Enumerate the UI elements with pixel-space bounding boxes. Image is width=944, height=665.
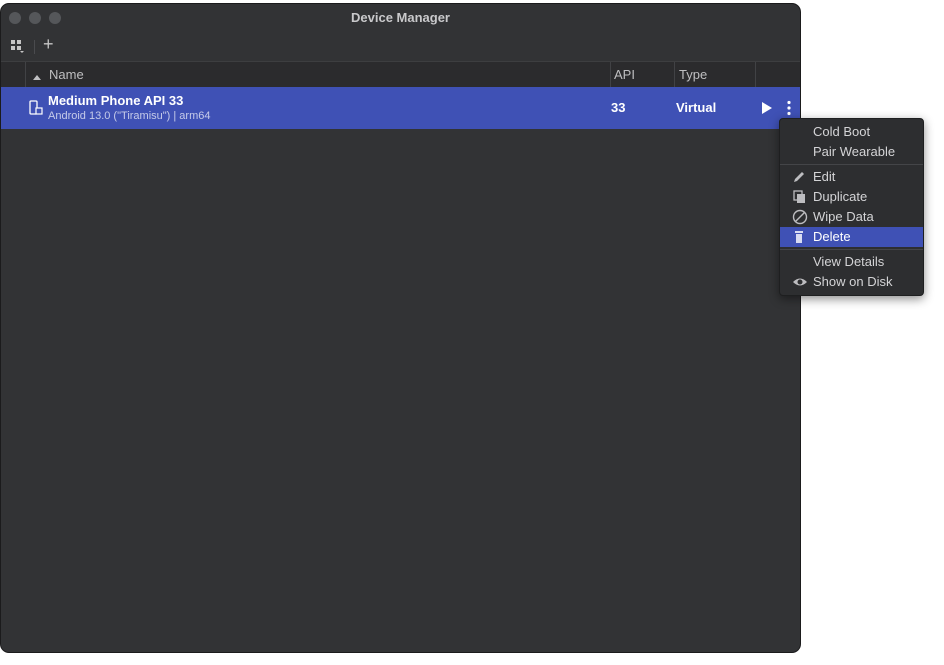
column-header-name[interactable]: Name [49, 67, 84, 82]
menu-item-duplicate[interactable]: Duplicate [780, 187, 923, 207]
sort-ascending-icon[interactable] [32, 69, 42, 84]
column-divider [25, 62, 26, 88]
device-context-menu: Cold Boot Pair Wearable Edit Duplicate W [779, 118, 924, 296]
toolbar-separator [34, 40, 35, 54]
column-header-api[interactable]: API [614, 67, 635, 82]
window-title: Device Manager [351, 10, 450, 25]
menu-item-label: Cold Boot [813, 124, 871, 139]
table-row[interactable]: Medium Phone API 33 Android 13.0 ("Tiram… [1, 87, 800, 129]
device-type: Virtual [676, 100, 717, 115]
table-header: Name API Type [1, 61, 800, 89]
title-bar: Device Manager [1, 4, 800, 32]
menu-separator [780, 164, 923, 165]
add-device-button[interactable]: + [43, 35, 54, 53]
menu-item-pair-wearable[interactable]: Pair Wearable [780, 142, 923, 162]
menu-item-cold-boot[interactable]: Cold Boot [780, 122, 923, 142]
menu-item-view-details[interactable]: View Details [780, 252, 923, 272]
menu-separator [780, 249, 923, 250]
column-divider [610, 62, 611, 88]
menu-item-label: Duplicate [813, 189, 868, 204]
menu-item-label: View Details [813, 254, 885, 269]
device-api: 33 [611, 100, 626, 115]
wipe-icon [792, 209, 808, 225]
toolbar: + [1, 32, 800, 60]
menu-item-delete[interactable]: Delete [780, 227, 923, 247]
device-category-icon[interactable] [10, 38, 26, 58]
eye-icon [792, 275, 808, 289]
menu-item-label: Delete [813, 229, 851, 244]
column-divider [755, 62, 756, 88]
column-divider [674, 62, 675, 88]
device-subtitle: Android 13.0 ("Tiramisu") | arm64 [48, 110, 211, 122]
menu-item-label: Edit [813, 169, 836, 184]
menu-item-label: Show on Disk [813, 274, 893, 289]
play-icon[interactable] [761, 101, 773, 120]
column-header-type[interactable]: Type [679, 67, 707, 82]
menu-item-edit[interactable]: Edit [780, 167, 923, 187]
pencil-icon [792, 170, 808, 184]
device-name: Medium Phone API 33 [48, 93, 184, 108]
phone-device-icon [29, 100, 43, 121]
menu-item-label: Wipe Data [813, 209, 874, 224]
menu-item-label: Pair Wearable [813, 144, 896, 159]
menu-item-wipe-data[interactable]: Wipe Data [780, 207, 923, 227]
trash-icon [792, 230, 808, 244]
device-manager-window: Device Manager + Name API Type Medium Ph… [0, 3, 801, 653]
duplicate-icon [792, 190, 808, 204]
menu-item-show-on-disk[interactable]: Show on Disk [780, 272, 923, 292]
